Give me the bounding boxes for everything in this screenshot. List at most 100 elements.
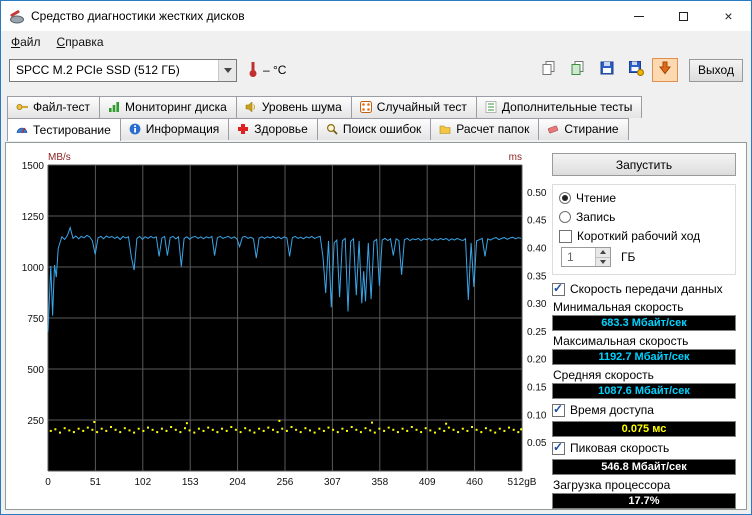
read-radio[interactable]: Чтение <box>559 190 731 206</box>
svg-text:0.50: 0.50 <box>527 188 547 199</box>
svg-text:MB/s: MB/s <box>48 152 71 163</box>
close-icon: × <box>724 9 732 23</box>
drive-select[interactable]: SPCC M.2 PCIe SSD (512 ГБ) <box>9 59 237 82</box>
burst-rate-label: Пиковая скорость <box>570 441 669 455</box>
tab-error-scan[interactable]: Поиск ошибок <box>317 118 431 140</box>
svg-text:307: 307 <box>324 477 341 488</box>
save-options-button[interactable] <box>623 58 649 82</box>
tab-health[interactable]: Здоровье <box>228 118 318 140</box>
titlebar: Средство диагностики жестких дисков × <box>1 1 751 31</box>
disk-monitor-icon <box>108 101 120 113</box>
svg-text:ms: ms <box>509 152 522 163</box>
info-icon <box>129 123 141 135</box>
menubar: Файл Справка <box>1 31 751 52</box>
minimize-icon <box>634 16 644 17</box>
svg-text:1000: 1000 <box>22 263 45 274</box>
test-options-group: Чтение Запись Короткий рабочий ход 1 <box>552 184 736 275</box>
chevron-up-icon <box>600 250 606 254</box>
noise-level-icon <box>245 101 257 113</box>
download-button[interactable] <box>652 58 678 82</box>
copy-button[interactable] <box>536 58 562 82</box>
toolbar: SPCC M.2 PCIe SSD (512 ГБ) – °C <box>1 52 751 88</box>
folder-usage-icon <box>439 123 451 135</box>
tab-testing[interactable]: Тестирование <box>7 118 121 141</box>
read-radio-label: Чтение <box>576 191 616 205</box>
temperature-indicator: – °C <box>247 60 286 81</box>
size-stepper[interactable]: 1 <box>561 247 611 267</box>
tab-erase[interactable]: Стирание <box>538 118 628 140</box>
svg-text:1250: 1250 <box>22 212 45 223</box>
maximize-button[interactable] <box>661 1 706 31</box>
svg-text:0.10: 0.10 <box>527 410 547 421</box>
download-arrow-icon <box>657 60 673 81</box>
maximize-icon <box>679 12 688 21</box>
svg-text:409: 409 <box>419 477 436 488</box>
svg-text:0.05: 0.05 <box>527 438 547 449</box>
burst-rate-checkbox[interactable]: Пиковая скорость <box>552 440 736 456</box>
random-test-icon <box>360 101 372 113</box>
access-time-label: Время доступа <box>570 403 654 417</box>
svg-text:0.25: 0.25 <box>527 327 547 338</box>
svg-text:500: 500 <box>27 365 44 376</box>
minimize-button[interactable] <box>616 1 661 31</box>
svg-text:512gB: 512gB <box>508 477 537 488</box>
svg-text:102: 102 <box>134 477 151 488</box>
stepper-up-button[interactable] <box>596 248 610 257</box>
min-speed-value: 683.3 Мбайт/сек <box>552 315 736 331</box>
erase-icon <box>547 123 559 135</box>
avg-speed-label: Средняя скорость <box>553 368 736 382</box>
app-window: Средство диагностики жестких дисков × Фа… <box>0 0 752 515</box>
tab-extra-tests[interactable]: Дополнительные тесты <box>476 96 642 118</box>
checkbox-icon <box>559 230 572 243</box>
svg-text:0.45: 0.45 <box>527 216 547 227</box>
svg-text:1500: 1500 <box>22 161 45 172</box>
svg-text:256: 256 <box>277 477 294 488</box>
tab-row-1: Файл-тест Мониторинг диска Уровень шума … <box>7 96 747 118</box>
menu-file[interactable]: Файл <box>3 33 49 51</box>
start-button[interactable]: Запустить <box>552 153 736 176</box>
tab-folder-usage[interactable]: Расчет папок <box>430 118 539 140</box>
save-icon <box>599 60 615 81</box>
checkbox-icon <box>552 283 565 296</box>
temperature-value: – °C <box>263 63 286 77</box>
testing-icon <box>16 124 28 136</box>
thermometer-icon <box>247 60 259 81</box>
transfer-rate-label: Скорость передачи данных <box>570 282 723 296</box>
min-speed-label: Минимальная скорость <box>553 300 736 314</box>
drive-select-arrow[interactable] <box>218 60 236 81</box>
tab-information[interactable]: Информация <box>120 118 229 140</box>
tab-row-2: Тестирование Информация Здоровье Поиск о… <box>7 118 747 140</box>
svg-text:0: 0 <box>45 477 51 488</box>
testing-tab-page: MB/sms1500125010007505002500511021532042… <box>5 142 747 510</box>
tab-disk-monitor[interactable]: Мониторинг диска <box>99 96 237 118</box>
burst-rate-value: 546.8 Мбайт/сек <box>552 459 736 475</box>
error-scan-icon <box>326 123 338 135</box>
copy-image-button[interactable] <box>565 58 591 82</box>
avg-speed-value: 1087.6 Мбайт/сек <box>552 383 736 399</box>
svg-text:153: 153 <box>182 477 199 488</box>
chevron-down-icon <box>224 68 232 73</box>
health-icon <box>237 123 249 135</box>
short-stroke-size-row: 1 ГБ <box>561 247 731 267</box>
exit-button[interactable]: Выход <box>689 59 743 82</box>
svg-text:250: 250 <box>27 416 44 427</box>
svg-text:460: 460 <box>466 477 483 488</box>
chart-area: MB/sms1500125010007505002500511021532042… <box>6 143 550 509</box>
svg-text:750: 750 <box>27 314 44 325</box>
tab-noise-level[interactable]: Уровень шума <box>236 96 352 118</box>
svg-text:358: 358 <box>371 477 388 488</box>
save-button[interactable] <box>594 58 620 82</box>
stepper-down-button[interactable] <box>596 257 610 267</box>
chevron-down-icon <box>600 260 606 264</box>
tab-file-test[interactable]: Файл-тест <box>7 96 100 118</box>
close-button[interactable]: × <box>706 1 751 31</box>
svg-text:51: 51 <box>90 477 102 488</box>
short-stroke-checkbox[interactable]: Короткий рабочий ход <box>559 228 731 244</box>
radio-icon <box>559 211 571 223</box>
svg-text:0.35: 0.35 <box>527 271 547 282</box>
access-time-checkbox[interactable]: Время доступа <box>552 402 736 418</box>
menu-help[interactable]: Справка <box>49 33 112 51</box>
tab-random-test[interactable]: Случайный тест <box>351 96 477 118</box>
write-radio[interactable]: Запись <box>559 209 731 225</box>
transfer-rate-checkbox[interactable]: Скорость передачи данных <box>552 281 736 297</box>
